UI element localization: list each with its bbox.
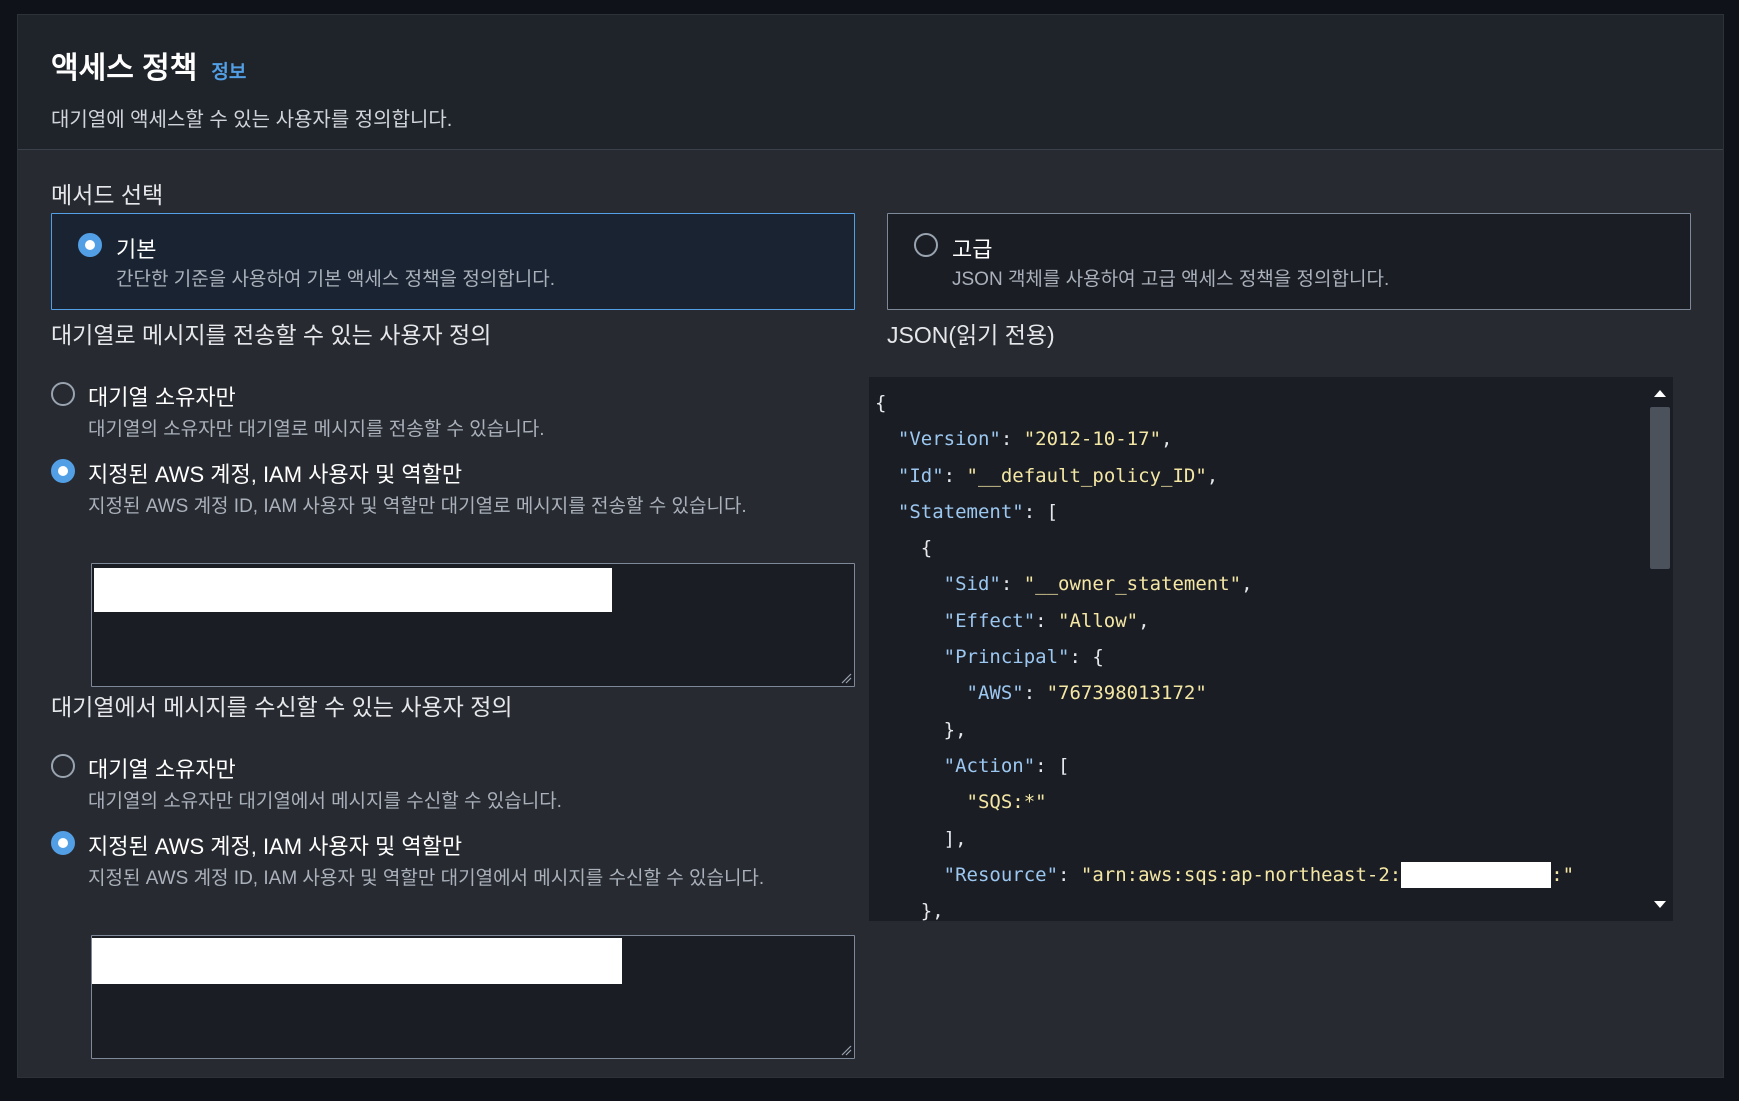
method-basic-label: 기본 (116, 237, 157, 262)
receive-owner-only-radio[interactable] (51, 754, 75, 778)
json-line: "Statement": [ (897, 500, 1059, 523)
receive-specified-label[interactable]: 지정된 AWS 계정, IAM 사용자 및 역할만 (88, 829, 462, 861)
method-basic-tile[interactable]: 기본 간단한 기준을 사용하여 기본 액세스 정책을 정의합니다. (51, 213, 855, 310)
vertical-scrollbar[interactable] (1647, 377, 1673, 921)
json-line: "Version": "2012-10-17", (897, 428, 1173, 451)
json-line: "SQS:*" (966, 791, 1047, 814)
redacted-value (92, 938, 622, 984)
receive-owner-only-desc: 대기열의 소유자만 대기열에서 메시지를 수신할 수 있습니다. (88, 791, 562, 812)
receive-section-label: 대기열에서 메시지를 수신할 수 있는 사용자 정의 (51, 694, 513, 720)
method-advanced-radio[interactable] (914, 233, 938, 257)
receive-specified-radio[interactable] (51, 831, 75, 855)
panel-header: 액세스 정책 정보 대기열에 액세스할 수 있는 사용자를 정의합니다. (18, 15, 1723, 150)
page-title: 액세스 정책 (51, 52, 198, 85)
info-link[interactable]: 정보 (211, 57, 246, 84)
redacted-value (94, 568, 612, 612)
send-specified-radio[interactable] (51, 459, 75, 483)
json-line: { (875, 392, 887, 414)
method-advanced-label: 고급 (952, 237, 993, 262)
json-line: "Sid": "__owner_statement", (943, 573, 1253, 596)
resize-grip-icon[interactable] (840, 672, 852, 684)
method-label: 메서드 선택 (51, 182, 164, 208)
page-subtitle: 대기열에 액세스할 수 있는 사용자를 정의합니다. (51, 109, 453, 131)
json-label: JSON(읽기 전용) (887, 322, 1055, 348)
method-advanced-tile[interactable]: 고급 JSON 객체를 사용하여 고급 액세스 정책을 정의합니다. (887, 213, 1691, 310)
json-code: { "Version": "2012-10-17", "Id": "__defa… (875, 385, 1574, 921)
receive-specified-desc: 지정된 AWS 계정 ID, IAM 사용자 및 역할만 대기열에서 메시지를 … (88, 868, 765, 889)
json-line: { (875, 537, 933, 560)
scroll-up-icon[interactable] (1647, 381, 1673, 407)
send-owner-only-radio[interactable] (51, 382, 75, 406)
json-line: "Principal": { (943, 646, 1104, 669)
json-readonly-editor[interactable]: { "Version": "2012-10-17", "Id": "__defa… (869, 377, 1673, 921)
scroll-down-icon[interactable] (1647, 891, 1673, 917)
resize-grip-icon[interactable] (840, 1044, 852, 1056)
json-line: "Id": "__default_policy_ID", (897, 464, 1219, 487)
json-line: "Effect": "Allow", (943, 609, 1150, 632)
scroll-thumb[interactable] (1650, 407, 1670, 569)
receive-owner-only-label[interactable]: 대기열 소유자만 (88, 752, 236, 784)
send-principals-textarea[interactable] (91, 563, 855, 687)
json-line: ], (875, 827, 967, 850)
send-owner-only-desc: 대기열의 소유자만 대기열로 메시지를 전송할 수 있습니다. (88, 419, 545, 440)
redacted-account-id (1401, 862, 1552, 889)
send-specified-desc: 지정된 AWS 계정 ID, IAM 사용자 및 역할만 대기열로 메시지를 전… (88, 496, 747, 517)
receive-principals-textarea[interactable] (91, 935, 855, 1059)
json-line: }, (875, 900, 944, 921)
json-line: "Action": [ (943, 754, 1070, 777)
send-owner-only-label[interactable]: 대기열 소유자만 (88, 380, 236, 412)
send-specified-label[interactable]: 지정된 AWS 계정, IAM 사용자 및 역할만 (88, 457, 462, 489)
json-line: "AWS": "767398013172" (966, 682, 1207, 705)
json-line: }, (875, 718, 967, 741)
method-basic-desc: 간단한 기준을 사용하여 기본 액세스 정책을 정의합니다. (116, 269, 555, 290)
json-line: "Resource": "arn:aws:sqs:ap-northeast-2:… (875, 862, 1574, 889)
method-advanced-desc: JSON 객체를 사용하여 고급 액세스 정책을 정의합니다. (952, 269, 1390, 290)
method-basic-radio[interactable] (78, 233, 102, 257)
send-section-label: 대기열로 메시지를 전송할 수 있는 사용자 정의 (51, 322, 492, 348)
